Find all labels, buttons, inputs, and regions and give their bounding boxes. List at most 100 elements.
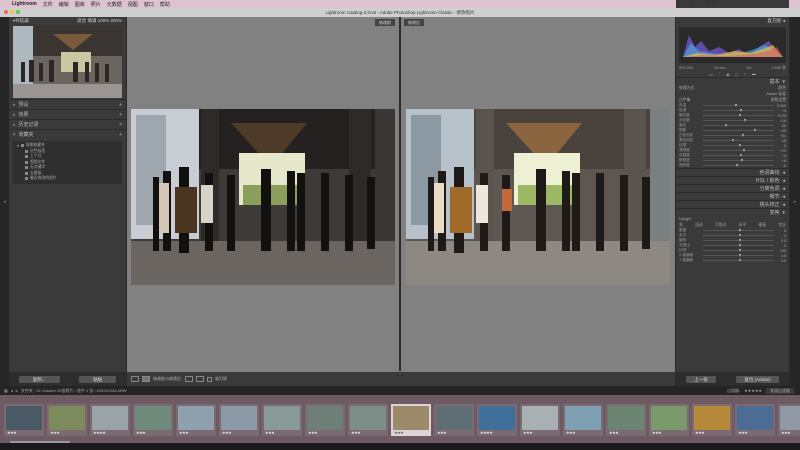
menu-edit[interactable]: 编辑	[59, 1, 69, 8]
minimize-window-button[interactable]	[10, 10, 14, 14]
before-photo[interactable]	[131, 109, 395, 285]
slider-value[interactable]: -38	[774, 124, 786, 128]
slider-value[interactable]: +8	[774, 159, 786, 163]
slider-track[interactable]	[703, 123, 774, 127]
upright-vertical-button[interactable]: 垂直	[759, 223, 767, 228]
slider-value[interactable]: 5,000	[774, 104, 786, 108]
navigator-header[interactable]: ▾导航器 适合 填满 100% 200%	[9, 17, 126, 25]
slider-track[interactable]	[703, 108, 774, 112]
slider-track[interactable]	[703, 103, 774, 107]
crop-tool-icon[interactable]: ▭	[709, 72, 713, 77]
before-after-view-icon[interactable]	[142, 376, 150, 382]
menu-window[interactable]: 窗口	[144, 1, 154, 8]
slider-knob[interactable]	[738, 248, 741, 252]
filmstrip-thumbnail[interactable]: ★★★	[563, 404, 603, 436]
input-method[interactable]: 中	[676, 1, 681, 8]
slider-track[interactable]	[703, 118, 774, 122]
slider-row[interactable]: 饱和度 -6	[679, 163, 786, 168]
after-photo[interactable]	[406, 109, 670, 285]
close-window-button[interactable]	[4, 10, 8, 14]
collection-item[interactable]: 最近修改的照片	[13, 176, 122, 182]
slider-value[interactable]: 0.0	[774, 239, 786, 243]
upright-auto-button[interactable]: 自动	[695, 223, 703, 228]
transform-section[interactable]: 变换 ▾	[676, 208, 789, 216]
slider-value[interactable]: -18	[774, 139, 786, 143]
filmstrip-grid-icon[interactable]: ▦	[4, 388, 8, 393]
filmstrip-thumbnail[interactable]: ★★★	[219, 404, 259, 436]
slider-track[interactable]	[703, 163, 774, 167]
slider-knob[interactable]	[732, 138, 735, 142]
slider-knob[interactable]	[738, 238, 741, 242]
slider-track[interactable]	[703, 153, 774, 157]
filmstrip-scrollbar[interactable]	[10, 441, 70, 443]
slider-value[interactable]: +45	[774, 129, 786, 133]
filmstrip-thumbnail[interactable]: ★★★	[520, 404, 560, 436]
slider-track[interactable]	[703, 143, 774, 147]
slider-value[interactable]: 0	[774, 234, 786, 238]
filmstrip-thumbnail[interactable]: ★★★	[133, 404, 173, 436]
slider-knob[interactable]	[738, 228, 741, 232]
upright-level-button[interactable]: 水平	[739, 223, 747, 228]
slider-knob[interactable]	[741, 158, 744, 162]
slider-track[interactable]	[703, 253, 774, 257]
copy-settings-button[interactable]: 复制...	[18, 375, 60, 383]
presets-section[interactable]: ▸ 预设 +	[9, 99, 126, 109]
previous-button[interactable]: 上一张	[686, 375, 716, 383]
slider-row[interactable]: Y 轴偏移 0.0	[679, 258, 786, 263]
filmstrip-thumbnail[interactable]: ★★★	[47, 404, 87, 436]
histogram[interactable]	[679, 27, 786, 63]
menu-view[interactable]: 视图	[128, 1, 138, 8]
filmstrip-thumbnail[interactable]: ★★★	[305, 404, 345, 436]
paste-settings-button[interactable]: 粘贴	[79, 375, 117, 383]
filmstrip-thumbnail[interactable]: ★★★	[778, 404, 800, 436]
hsl-section[interactable]: HSL / 颜色 ◂	[676, 176, 789, 184]
slider-knob[interactable]	[736, 163, 739, 167]
brush-icon[interactable]: ▬	[752, 72, 756, 76]
slider-knob[interactable]	[742, 133, 745, 137]
slider-value[interactable]: +0.35	[774, 114, 786, 118]
slider-knob[interactable]	[739, 108, 742, 112]
snapshots-section[interactable]: ▸ 快照 +	[9, 109, 126, 119]
basic-section-header[interactable]: 基本 ▾	[676, 77, 789, 85]
slider-value[interactable]: +5	[774, 154, 786, 158]
filter-stars-icon[interactable]: ★★★★★	[744, 388, 762, 393]
slider-knob[interactable]	[738, 113, 741, 117]
slider-track[interactable]	[703, 133, 774, 137]
slider-knob[interactable]	[742, 148, 745, 152]
slider-value[interactable]: 0	[774, 144, 786, 148]
slider-value[interactable]: +16	[774, 119, 786, 123]
slider-value[interactable]: +11	[774, 134, 786, 138]
slider-track[interactable]	[703, 138, 774, 142]
filmstrip-thumbnail[interactable]: ★★★	[606, 404, 646, 436]
slider-knob[interactable]	[740, 153, 743, 157]
filter-dropdown[interactable]: 关闭过滤器	[766, 387, 794, 394]
slider-value[interactable]: 0	[774, 244, 786, 248]
filmstrip-thumbnail[interactable]: ★★★	[176, 404, 216, 436]
upright-full-button[interactable]: 完全	[778, 223, 786, 228]
split-toning-section[interactable]: 分离色调 ◂	[676, 184, 789, 192]
left-panel-toggle-icon[interactable]: ◂	[0, 17, 9, 386]
right-panel-toggle-icon[interactable]: ▸	[790, 17, 800, 386]
slider-value[interactable]: 100	[774, 249, 786, 253]
filmstrip-thumbnail[interactable]: ★★★	[434, 404, 474, 436]
slider-knob[interactable]	[744, 118, 747, 122]
detail-section[interactable]: 细节 ◂	[676, 192, 789, 200]
slider-knob[interactable]	[754, 128, 757, 132]
radial-filter-icon[interactable]: ○	[744, 72, 746, 76]
zoom-window-button[interactable]	[16, 10, 20, 14]
upright-guided-button[interactable]: 引导式	[715, 223, 726, 228]
navigator-preview[interactable]	[13, 26, 122, 98]
slider-track[interactable]	[703, 128, 774, 132]
filmstrip-thumbnail[interactable]: ★★★	[262, 404, 302, 436]
reset-button[interactable]: 复位 (Adobe)	[736, 375, 779, 383]
slider-track[interactable]	[703, 238, 774, 242]
slider-value[interactable]: -6	[774, 164, 786, 168]
slider-track[interactable]	[703, 248, 774, 252]
histogram-header[interactable]: 直方图 ◂	[676, 17, 789, 25]
red-eye-icon[interactable]: ◉	[726, 72, 729, 77]
slider-track[interactable]	[703, 158, 774, 162]
filmstrip-thumbnail[interactable]: ★★★	[735, 404, 775, 436]
navigator-zoom-options[interactable]: 适合 填满 100% 200%	[77, 18, 122, 24]
copy-before-to-after-icon[interactable]	[185, 376, 194, 382]
soft-proof-checkbox[interactable]	[207, 376, 213, 382]
